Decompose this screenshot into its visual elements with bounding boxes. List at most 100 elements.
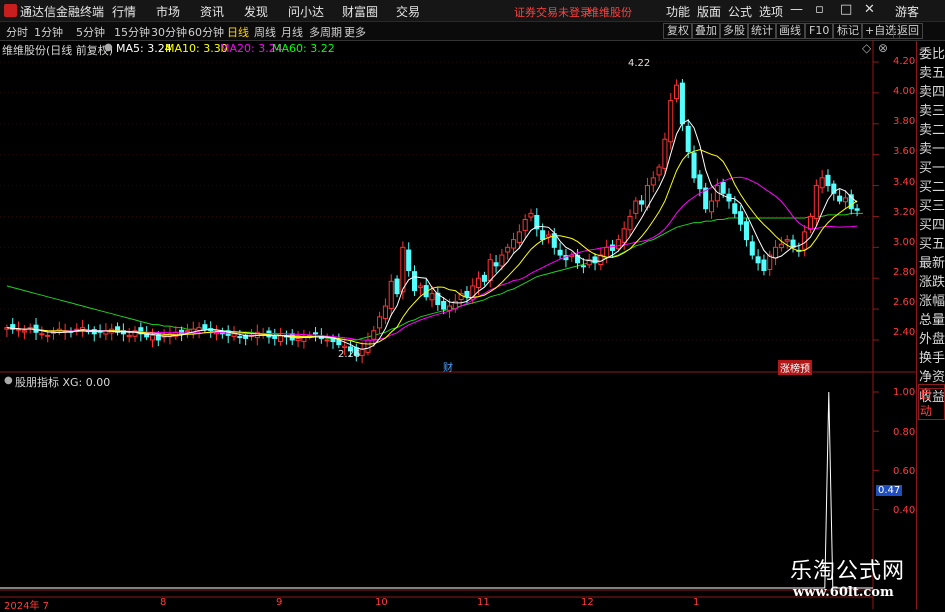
menu-gongneng[interactable]: 功能 <box>666 3 690 20</box>
tool-biaoji[interactable]: 标记 <box>833 23 863 39</box>
side-buy3[interactable]: 买三 <box>919 198 945 216</box>
candle-body <box>400 246 406 293</box>
candle-body <box>446 305 453 311</box>
period-day[interactable]: 日线 <box>227 24 249 40</box>
menu-wenxiaoda[interactable]: 问小达 <box>288 3 324 20</box>
limit-up-marker[interactable]: 涨榜预 <box>778 360 812 375</box>
kline-chart[interactable] <box>0 40 916 609</box>
period-1min[interactable]: 1分钟 <box>34 24 63 40</box>
indicator-title: 股朋指标 XG: 0.00 <box>15 376 111 389</box>
candle-body <box>639 200 645 205</box>
side-volume[interactable]: 总量 <box>919 312 945 330</box>
x-tick: 2024年 7 <box>4 601 49 612</box>
candle-body <box>202 324 208 330</box>
finance-marker[interactable]: 财 <box>443 359 453 374</box>
candle-body <box>149 334 156 341</box>
candle-body <box>627 215 633 231</box>
side-weibi[interactable]: 委比 <box>919 46 945 64</box>
candle-body <box>807 215 814 230</box>
candle-body <box>80 327 86 331</box>
menu-zixun[interactable]: 资讯 <box>200 3 224 20</box>
indicator-dot-icon[interactable]: ● <box>4 375 13 386</box>
menu-jiaoyi[interactable]: 交易 <box>396 3 420 20</box>
auto-button[interactable]: 自动 <box>918 384 945 420</box>
period-15min[interactable]: 15分钟 <box>114 24 150 40</box>
side-maiwu[interactable]: 卖五 <box>919 65 945 83</box>
indicator-tick: 0.40 <box>893 505 916 516</box>
side-maier[interactable]: 卖二 <box>919 122 945 140</box>
candle-body <box>738 211 744 225</box>
period-week[interactable]: 周线 <box>254 24 276 40</box>
menu-hangqing[interactable]: 行情 <box>112 3 136 20</box>
guest-label[interactable]: 游客 <box>895 3 919 20</box>
tool-duogu[interactable]: 多股 <box>719 23 749 39</box>
price-tick: 4.20 <box>893 56 916 67</box>
tool-fuquan[interactable]: 复权 <box>663 23 693 39</box>
side-turnover[interactable]: 换手 <box>919 350 945 368</box>
indicator-tick: 0.80 <box>893 427 916 438</box>
candle-body <box>679 82 685 125</box>
candle-body <box>487 259 493 281</box>
side-maisi[interactable]: 卖四 <box>919 84 945 102</box>
tool-tongji[interactable]: 统计 <box>747 23 777 39</box>
candle-body <box>778 243 784 249</box>
candle-body <box>621 228 627 243</box>
menu-banmian[interactable]: 版面 <box>697 3 721 20</box>
period-fenshi[interactable]: 分时 <box>6 24 28 40</box>
watermark-title: 乐淘公式网 <box>790 559 906 584</box>
side-outer[interactable]: 外盘 <box>919 331 945 349</box>
candle-body <box>39 333 45 336</box>
ma60-path <box>6 212 863 341</box>
maximize-icon[interactable]: □ <box>840 2 852 17</box>
ma-lines <box>6 119 858 350</box>
candle-body <box>662 138 668 169</box>
x-tick: 11 <box>477 597 490 608</box>
login-notice[interactable]: 证券交易未登录 <box>514 4 591 20</box>
tool-fanhui[interactable]: 返回 <box>893 23 923 39</box>
side-change-pct[interactable]: 涨幅 <box>919 293 945 311</box>
menu-xuanxiang[interactable]: 选项 <box>759 3 783 20</box>
candle-body <box>359 348 365 357</box>
price-tick: 3.40 <box>893 177 916 188</box>
close-icon[interactable]: ✕ <box>864 2 875 17</box>
period-30min[interactable]: 30分钟 <box>151 24 187 40</box>
candle-body <box>406 249 412 271</box>
side-buy2[interactable]: 买二 <box>919 179 945 197</box>
candle-body <box>761 259 767 272</box>
period-bar: 分时 1分钟 5分钟 15分钟 30分钟 60分钟 日线 周线 月线 多周期 更… <box>0 22 945 41</box>
menu-faxian[interactable]: 发现 <box>244 3 268 20</box>
candle-body <box>609 244 616 251</box>
candle-body <box>697 174 703 190</box>
period-5min[interactable]: 5分钟 <box>76 24 105 40</box>
side-change[interactable]: 涨跌 <box>919 274 945 292</box>
price-axis-ticks <box>873 61 879 341</box>
side-buy4[interactable]: 买四 <box>919 217 945 235</box>
side-latest[interactable]: 最新 <box>919 255 945 273</box>
candle-body <box>784 239 790 242</box>
side-maiyi[interactable]: 卖一 <box>919 141 945 159</box>
tool-huaxian[interactable]: 画线 <box>775 23 805 39</box>
tool-f10[interactable]: F10 <box>805 23 834 39</box>
period-month[interactable]: 月线 <box>281 24 303 40</box>
side-maisan[interactable]: 卖三 <box>919 103 945 121</box>
side-buy5[interactable]: 买五 <box>919 236 945 254</box>
ma5-path <box>6 119 858 350</box>
period-more[interactable]: 更多 <box>344 24 366 40</box>
menu-caifuquan[interactable]: 财富圈 <box>342 3 378 20</box>
indicator-tick: 1.00 <box>893 387 916 398</box>
tool-diejia[interactable]: 叠加 <box>691 23 721 39</box>
minimize-icon[interactable]: — <box>790 2 803 17</box>
candle-body <box>802 231 808 250</box>
menu-shichang[interactable]: 市场 <box>156 3 180 20</box>
restore-icon[interactable]: ▫ <box>815 2 824 17</box>
period-60min[interactable]: 60分钟 <box>188 24 224 40</box>
x-tick: 12 <box>581 597 594 608</box>
menu-gongshi[interactable]: 公式 <box>728 3 752 20</box>
candle-body <box>382 305 388 319</box>
candle-body <box>773 246 779 259</box>
side-buy1[interactable]: 买一 <box>919 160 945 178</box>
period-multi[interactable]: 多周期 <box>309 24 342 40</box>
candle-body <box>493 262 499 267</box>
candle-body <box>540 230 546 241</box>
ma60-line <box>6 212 863 341</box>
